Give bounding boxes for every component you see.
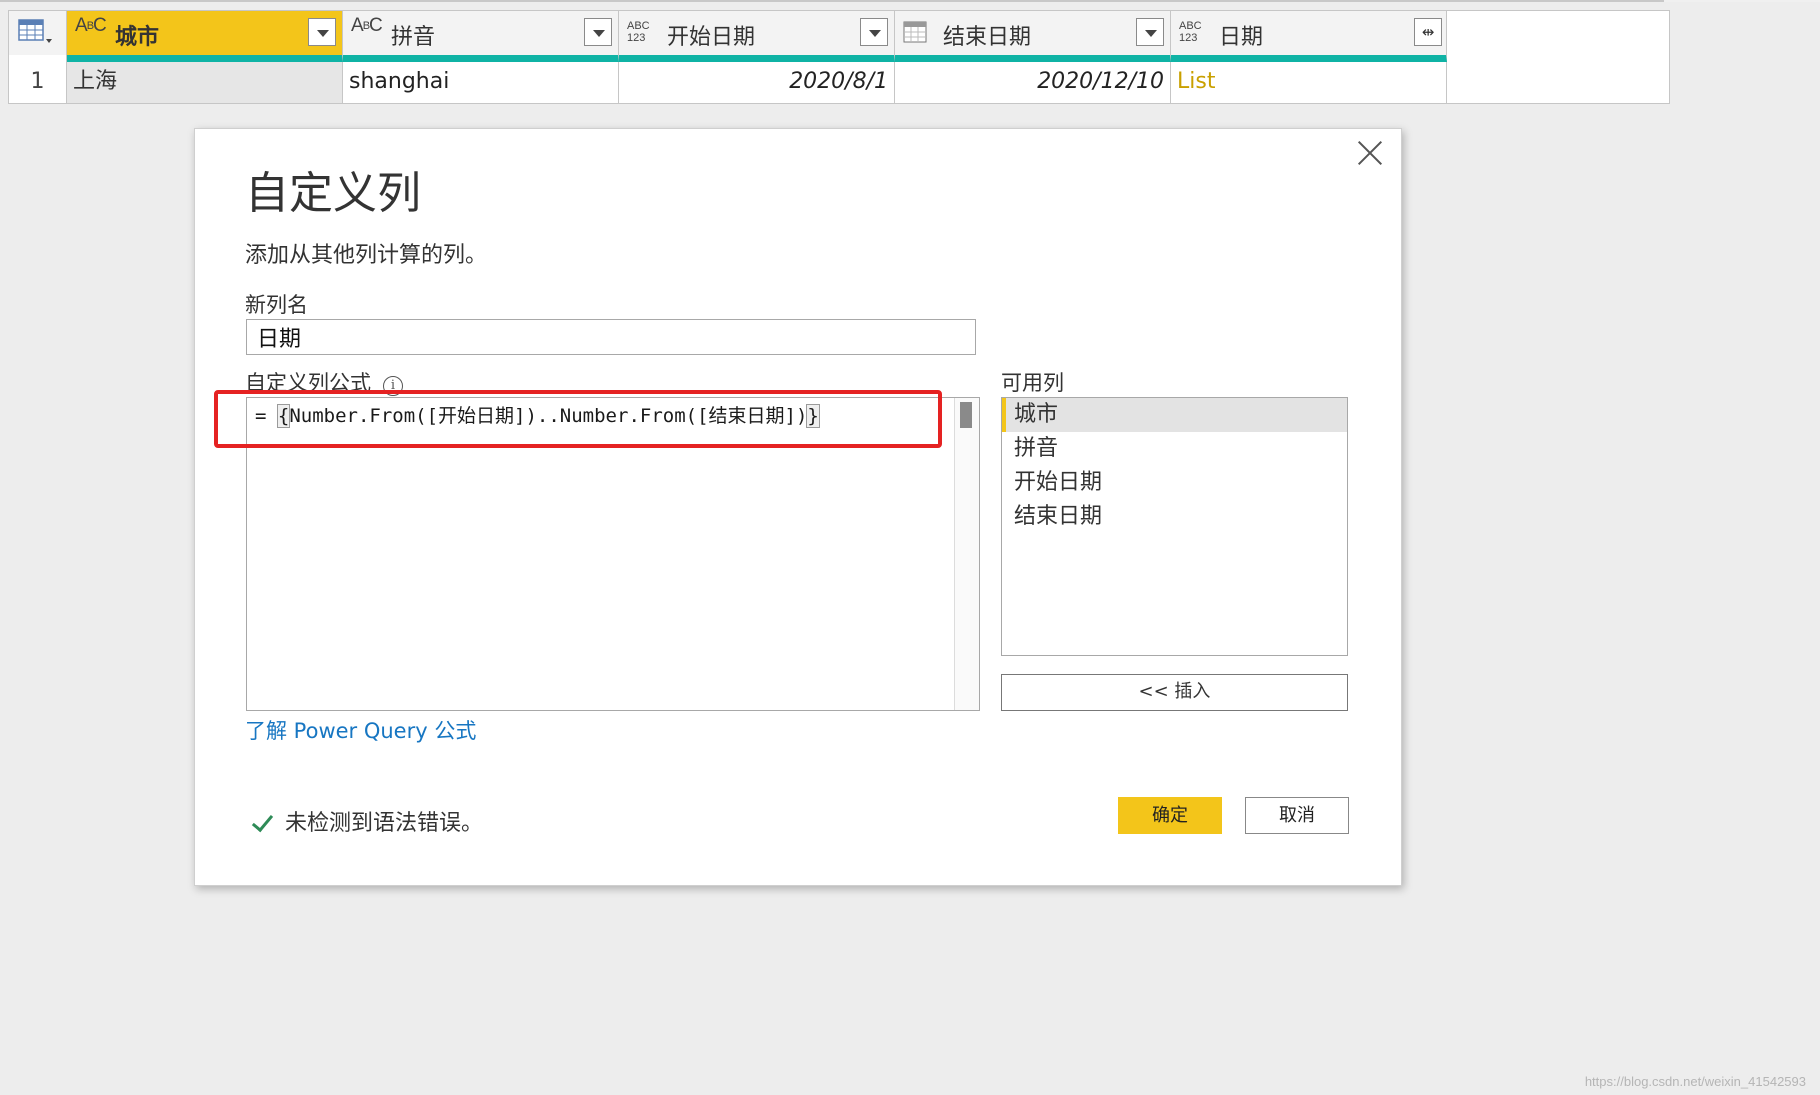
column-header-end-date[interactable]: 结束日期: [895, 11, 1171, 62]
filter-dropdown-button[interactable]: [860, 18, 888, 46]
available-columns-list[interactable]: 城市 拼音 开始日期 结束日期: [1001, 397, 1348, 656]
available-column-item[interactable]: 结束日期: [1002, 500, 1347, 534]
any-type-icon[interactable]: ABC 123: [627, 20, 657, 46]
top-strip: [0, 0, 1820, 2]
formula-text[interactable]: = {Number.From([开始日期])..Number.From([结束日…: [255, 401, 820, 428]
row-number: 1: [9, 55, 67, 103]
syntax-status-text: 未检测到语法错误。: [285, 811, 484, 836]
cell-end-date[interactable]: 2020/12/10: [895, 62, 1171, 103]
syntax-status: 未检测到语法错误。: [251, 805, 483, 837]
data-grid: ABC 城市 ABC 拼音 ABC 123 开始日期 结束日期 ABC 123 日期…: [8, 10, 1670, 104]
formula-open-brace: {: [276, 404, 291, 428]
dialog-title: 自定义列: [245, 168, 421, 219]
calendar-icon[interactable]: [903, 20, 933, 46]
cell-pinyin[interactable]: shanghai: [343, 62, 619, 103]
cell-city[interactable]: 上海: [67, 62, 343, 103]
text-type-icon[interactable]: ABC: [75, 16, 107, 46]
table-menu-button[interactable]: [9, 11, 67, 55]
column-header-start-date[interactable]: ABC 123 开始日期: [619, 11, 895, 62]
insert-button[interactable]: << 插入: [1001, 674, 1348, 711]
cell-date-list[interactable]: List: [1171, 62, 1447, 103]
custom-column-dialog: 自定义列 添加从其他列计算的列。 新列名 自定义列公式 i = {Number.F…: [194, 128, 1402, 886]
new-column-name-input[interactable]: [246, 319, 976, 355]
cancel-button[interactable]: 取消: [1245, 797, 1349, 834]
close-icon[interactable]: [1355, 139, 1385, 169]
formula-prefix: =: [255, 405, 278, 427]
watermark: https://blog.csdn.net/weixin_41542593: [1584, 1074, 1806, 1089]
formula-body: Number.From([开始日期])..Number.From([结束日期]): [289, 405, 808, 427]
formula-label-row: 自定义列公式 i: [245, 367, 403, 397]
column-name: 结束日期: [943, 25, 1032, 50]
available-column-item[interactable]: 开始日期: [1002, 466, 1347, 500]
filter-dropdown-button[interactable]: [584, 18, 612, 46]
check-icon: [251, 811, 273, 833]
table-icon: [18, 19, 52, 43]
info-icon[interactable]: i: [383, 376, 403, 396]
available-columns-label: 可用列: [1001, 371, 1064, 395]
cell-start-date[interactable]: 2020/8/1: [619, 62, 895, 103]
new-column-name-label: 新列名: [245, 293, 308, 317]
ok-button[interactable]: 确定: [1118, 797, 1222, 834]
column-name: 拼音: [391, 25, 436, 50]
text-type-icon[interactable]: ABC: [351, 16, 383, 46]
formula-scrollbar[interactable]: [954, 398, 979, 710]
scrollbar-thumb[interactable]: [960, 402, 972, 428]
filter-dropdown-button[interactable]: [1136, 18, 1164, 46]
formula-close-brace: }: [806, 404, 820, 428]
available-column-item[interactable]: 拼音: [1002, 432, 1347, 466]
dialog-subtitle: 添加从其他列计算的列。: [245, 243, 488, 268]
column-name: 城市: [115, 25, 160, 50]
column-name: 开始日期: [667, 25, 756, 50]
filter-dropdown-button[interactable]: [308, 18, 336, 46]
expand-column-button[interactable]: ⇹: [1414, 18, 1442, 46]
learn-formula-link[interactable]: 了解 Power Query 公式: [245, 715, 476, 745]
column-header-date[interactable]: ABC 123 日期 ⇹: [1171, 11, 1447, 62]
column-header-pinyin[interactable]: ABC 拼音: [343, 11, 619, 62]
formula-editor[interactable]: = {Number.From([开始日期])..Number.From([结束日…: [246, 397, 980, 711]
column-header-city[interactable]: ABC 城市: [67, 11, 343, 62]
any-type-icon[interactable]: ABC 123: [1179, 20, 1209, 46]
column-name: 日期: [1219, 25, 1264, 50]
available-column-item[interactable]: 城市: [1002, 398, 1347, 432]
formula-label: 自定义列公式: [245, 371, 371, 395]
